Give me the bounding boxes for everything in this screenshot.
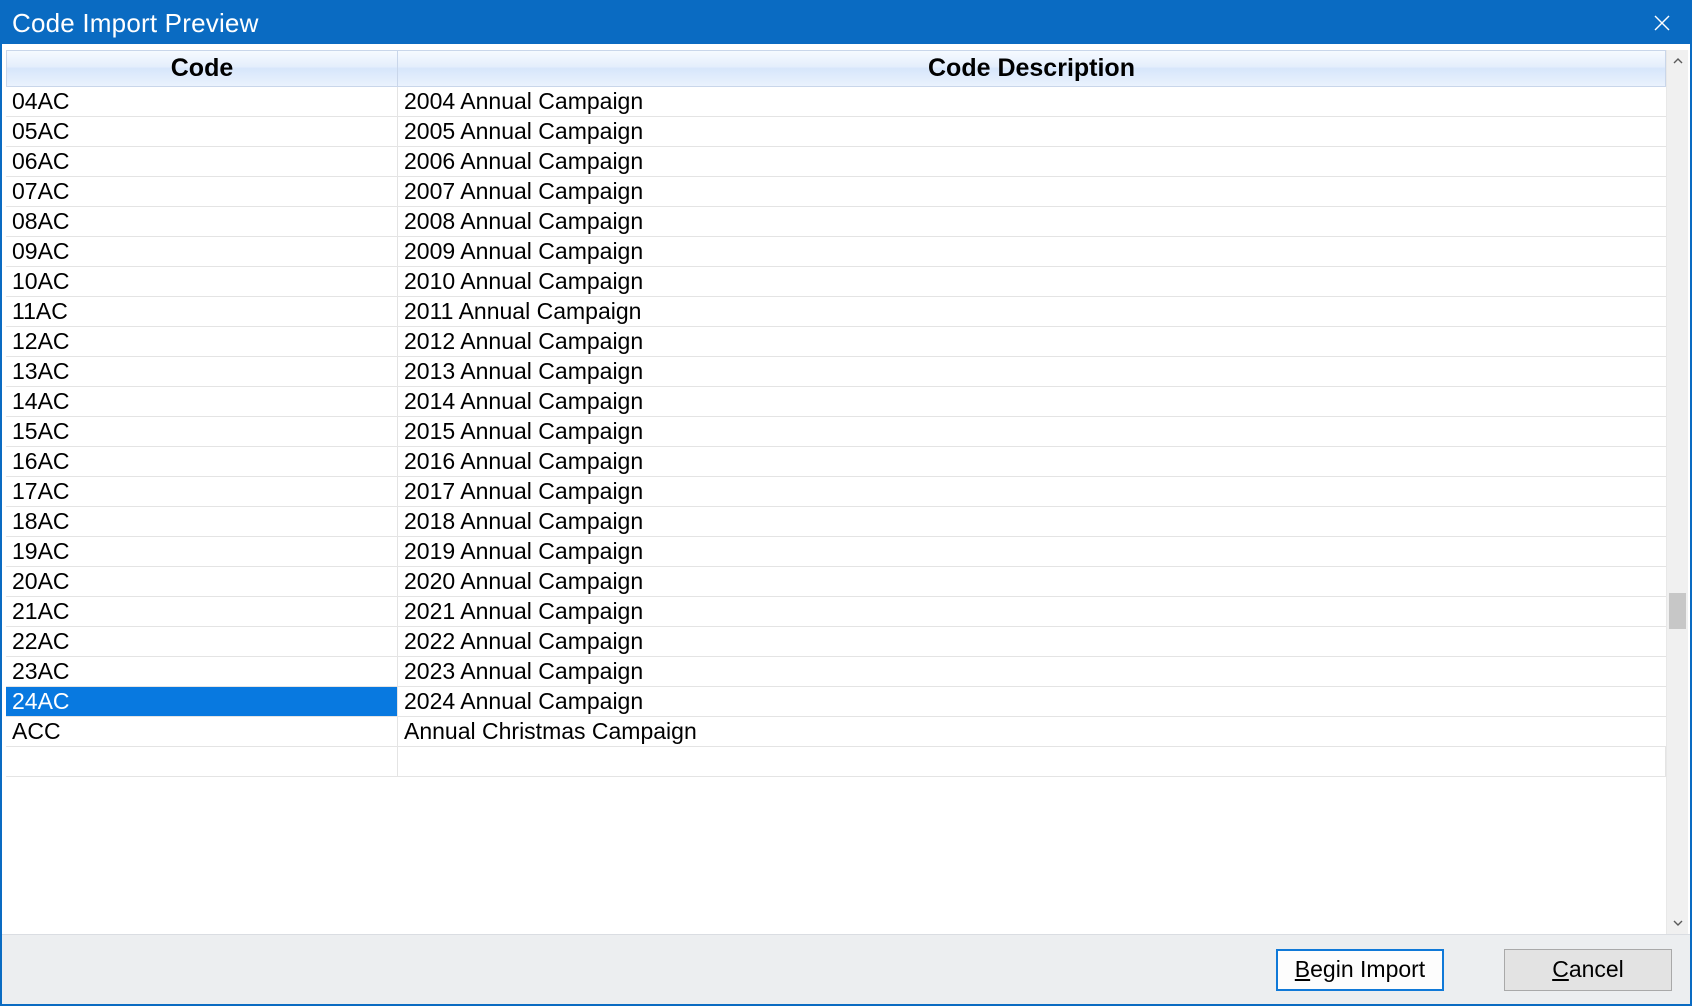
cell-description[interactable]: 2020 Annual Campaign <box>398 567 1666 596</box>
cell-description[interactable]: 2005 Annual Campaign <box>398 117 1666 146</box>
grid-body[interactable]: 04AC2004 Annual Campaign05AC2005 Annual … <box>6 87 1666 934</box>
table-row[interactable]: 10AC2010 Annual Campaign <box>6 267 1666 297</box>
table-row[interactable]: 07AC2007 Annual Campaign <box>6 177 1666 207</box>
cell-description[interactable]: 2022 Annual Campaign <box>398 627 1666 656</box>
scrollbar-thumb[interactable] <box>1669 593 1686 629</box>
table-row[interactable]: 19AC2019 Annual Campaign <box>6 537 1666 567</box>
cell-description[interactable]: 2008 Annual Campaign <box>398 207 1666 236</box>
vertical-scrollbar[interactable] <box>1666 50 1688 934</box>
table-row[interactable]: 04AC2004 Annual Campaign <box>6 87 1666 117</box>
cell-code[interactable]: 22AC <box>6 627 398 656</box>
table-row[interactable]: 15AC2015 Annual Campaign <box>6 417 1666 447</box>
table-row[interactable]: 24AC2024 Annual Campaign <box>6 687 1666 717</box>
cell-description[interactable]: 2024 Annual Campaign <box>398 687 1666 716</box>
cell-description[interactable]: 2007 Annual Campaign <box>398 177 1666 206</box>
table-row[interactable]: 05AC2005 Annual Campaign <box>6 117 1666 147</box>
data-grid[interactable]: Code Code Description 04AC2004 Annual Ca… <box>6 50 1666 934</box>
table-row[interactable]: 08AC2008 Annual Campaign <box>6 207 1666 237</box>
scroll-down-button[interactable] <box>1667 912 1688 934</box>
cell-description[interactable]: 2019 Annual Campaign <box>398 537 1666 566</box>
cell-description[interactable]: 2012 Annual Campaign <box>398 327 1666 356</box>
table-row[interactable]: 17AC2017 Annual Campaign <box>6 477 1666 507</box>
accelerator-key: C <box>1552 956 1569 982</box>
chevron-down-icon <box>1673 918 1683 928</box>
cell-code[interactable]: 11AC <box>6 297 398 326</box>
cell-code[interactable]: 19AC <box>6 537 398 566</box>
table-row[interactable]: 13AC2013 Annual Campaign <box>6 357 1666 387</box>
cell-code[interactable]: 15AC <box>6 417 398 446</box>
cell-code[interactable] <box>6 747 398 776</box>
column-header-description[interactable]: Code Description <box>398 50 1666 87</box>
window-title: Code Import Preview <box>2 8 259 39</box>
cell-code[interactable]: 16AC <box>6 447 398 476</box>
cell-code[interactable]: 21AC <box>6 597 398 626</box>
column-header-code[interactable]: Code <box>6 50 398 87</box>
cell-description[interactable]: 2010 Annual Campaign <box>398 267 1666 296</box>
cell-description[interactable]: 2017 Annual Campaign <box>398 477 1666 506</box>
cell-description[interactable]: 2009 Annual Campaign <box>398 237 1666 266</box>
cell-code[interactable]: ACC <box>6 717 398 746</box>
cell-description[interactable]: Annual Christmas Campaign <box>398 717 1666 746</box>
table-row[interactable]: 20AC2020 Annual Campaign <box>6 567 1666 597</box>
table-row[interactable]: ACCAnnual Christmas Campaign <box>6 717 1666 747</box>
cancel-button[interactable]: Cancel <box>1504 949 1672 991</box>
cell-description[interactable] <box>398 747 1666 776</box>
titlebar: Code Import Preview <box>2 2 1690 44</box>
cell-code[interactable]: 14AC <box>6 387 398 416</box>
begin-import-button[interactable]: Begin Import <box>1276 949 1444 991</box>
cell-description[interactable]: 2021 Annual Campaign <box>398 597 1666 626</box>
table-row[interactable]: 22AC2022 Annual Campaign <box>6 627 1666 657</box>
close-button[interactable] <box>1634 2 1690 44</box>
cell-description[interactable]: 2018 Annual Campaign <box>398 507 1666 536</box>
cell-code[interactable]: 06AC <box>6 147 398 176</box>
table-row[interactable]: 09AC2009 Annual Campaign <box>6 237 1666 267</box>
cell-description[interactable]: 2013 Annual Campaign <box>398 357 1666 386</box>
table-row-empty[interactable] <box>6 747 1666 777</box>
cell-description[interactable]: 2015 Annual Campaign <box>398 417 1666 446</box>
dialog-footer: Begin Import Cancel <box>2 934 1690 1004</box>
cell-description[interactable]: 2016 Annual Campaign <box>398 447 1666 476</box>
cell-code[interactable]: 20AC <box>6 567 398 596</box>
cell-code[interactable]: 04AC <box>6 87 398 116</box>
cell-code[interactable]: 10AC <box>6 267 398 296</box>
table-row[interactable]: 06AC2006 Annual Campaign <box>6 147 1666 177</box>
table-row[interactable]: 16AC2016 Annual Campaign <box>6 447 1666 477</box>
content-area: Code Code Description 04AC2004 Annual Ca… <box>2 44 1690 934</box>
cell-code[interactable]: 23AC <box>6 657 398 686</box>
cell-code[interactable]: 05AC <box>6 117 398 146</box>
cell-description[interactable]: 2014 Annual Campaign <box>398 387 1666 416</box>
cell-code[interactable]: 08AC <box>6 207 398 236</box>
cell-code[interactable]: 07AC <box>6 177 398 206</box>
cell-code[interactable]: 18AC <box>6 507 398 536</box>
cell-code[interactable]: 09AC <box>6 237 398 266</box>
cell-code[interactable]: 13AC <box>6 357 398 386</box>
chevron-up-icon <box>1673 56 1683 66</box>
cell-description[interactable]: 2023 Annual Campaign <box>398 657 1666 686</box>
close-icon <box>1654 15 1670 31</box>
table-row[interactable]: 14AC2014 Annual Campaign <box>6 387 1666 417</box>
table-row[interactable]: 23AC2023 Annual Campaign <box>6 657 1666 687</box>
table-row[interactable]: 11AC2011 Annual Campaign <box>6 297 1666 327</box>
table-row[interactable]: 21AC2021 Annual Campaign <box>6 597 1666 627</box>
table-row[interactable]: 12AC2012 Annual Campaign <box>6 327 1666 357</box>
cell-code[interactable]: 12AC <box>6 327 398 356</box>
cell-description[interactable]: 2006 Annual Campaign <box>398 147 1666 176</box>
scroll-up-button[interactable] <box>1667 50 1688 72</box>
cell-description[interactable]: 2011 Annual Campaign <box>398 297 1666 326</box>
dialog-window: Code Import Preview Code Code Descriptio… <box>0 0 1692 1006</box>
scrollbar-track[interactable] <box>1667 72 1688 912</box>
cell-code[interactable]: 17AC <box>6 477 398 506</box>
table-row[interactable]: 18AC2018 Annual Campaign <box>6 507 1666 537</box>
cell-code[interactable]: 24AC <box>6 687 398 716</box>
accelerator-key: B <box>1295 956 1310 982</box>
grid-header-row: Code Code Description <box>6 50 1666 87</box>
cell-description[interactable]: 2004 Annual Campaign <box>398 87 1666 116</box>
